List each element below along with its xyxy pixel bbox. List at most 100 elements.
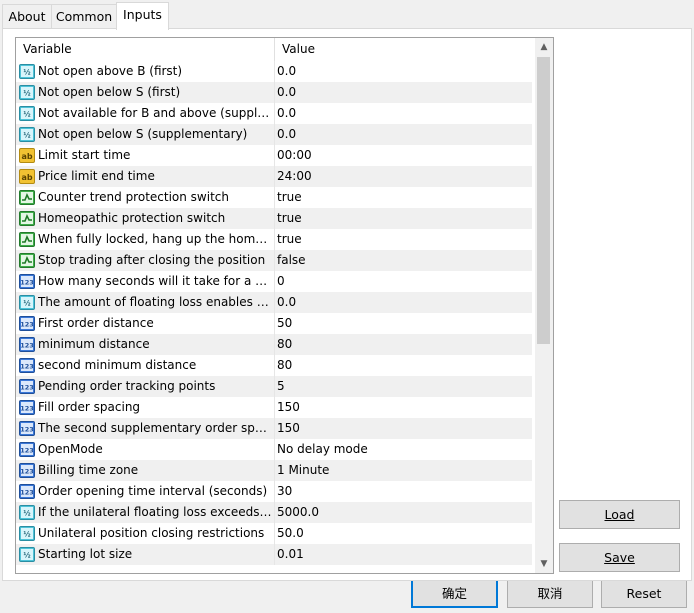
column-divider [274,376,275,397]
table-row[interactable]: 123 second minimum distance 80 [16,355,532,376]
variable-value[interactable]: 24:00 [277,166,527,187]
enum-type-icon: 123 [19,442,35,457]
table-row[interactable]: ab Limit start time 00:00 [16,145,532,166]
svg-text:½: ½ [23,510,30,518]
variable-value[interactable]: 0 [277,271,527,292]
table-row[interactable]: When fully locked, hang up the homeopath… [16,229,532,250]
variable-name: Price limit end time [38,169,155,183]
variable-value[interactable]: 00:00 [277,145,527,166]
variable-name: Order opening time interval (seconds) [38,484,268,498]
variable-value[interactable]: 1 Minute [277,460,527,481]
scrollbar-thumb[interactable] [537,57,550,344]
svg-text:123: 123 [20,426,34,434]
variable-value[interactable]: 5000.0 [277,502,527,523]
table-row[interactable]: ½ Not open above B (first) 0.0 [16,61,532,82]
bool-type-icon [19,211,35,226]
variable-value[interactable]: true [277,208,527,229]
svg-text:ab: ab [21,173,32,182]
column-divider [274,208,275,229]
variable-value[interactable]: true [277,229,527,250]
variable-value[interactable]: 30 [277,481,527,502]
column-divider [274,460,275,481]
variable-name: minimum distance [38,337,150,351]
column-divider [274,124,275,145]
column-divider [274,334,275,355]
table-row[interactable]: 123 Billing time zone 1 Minute [16,460,532,481]
column-header-value[interactable]: Value [275,38,532,61]
table-row[interactable]: 123 Order opening time interval (seconds)… [16,481,532,502]
table-row[interactable]: ½ Not available for B and above (suppleme… [16,103,532,124]
variable-name: second minimum distance [38,358,197,372]
bool-type-icon [19,232,35,247]
cancel-button[interactable]: 取消 [507,579,593,608]
variable-name: Not open below S (supplementary) [38,127,248,141]
table-row[interactable]: ½ Unilateral position closing restriction… [16,523,532,544]
int-type-icon: 123 [19,400,35,415]
variable-value[interactable]: 0.0 [277,292,527,313]
tab-common[interactable]: Common [51,4,117,28]
ok-button[interactable]: 确定 [411,579,498,608]
save-button[interactable]: Save [559,543,680,572]
table-row[interactable]: 123 minimum distance 80 [16,334,532,355]
svg-text:½: ½ [23,531,30,539]
table-row[interactable]: Counter trend protection switch true [16,187,532,208]
int-type-icon: 123 [19,337,35,352]
variable-name: Starting lot size [38,547,133,561]
variable-value[interactable]: 50.0 [277,523,527,544]
table-row[interactable]: ½ Not open below S (first) 0.0 [16,82,532,103]
variable-value[interactable]: 0.0 [277,82,527,103]
load-button[interactable]: Load [559,500,680,529]
table-row[interactable]: ½ The amount of floating loss enables the… [16,292,532,313]
variable-value[interactable]: 5 [277,376,527,397]
double-type-icon: ½ [19,505,35,520]
column-divider [274,271,275,292]
enum-type-icon: 123 [19,463,35,478]
double-type-icon: ½ [19,295,35,310]
save-button-label: Save [604,550,635,565]
variable-value[interactable]: true [277,187,527,208]
variable-value[interactable]: 0.0 [277,124,527,145]
variable-value[interactable]: 80 [277,355,527,376]
variable-value[interactable]: 50 [277,313,527,334]
variable-value[interactable]: 80 [277,334,527,355]
reset-button[interactable]: Reset [601,579,687,608]
variable-value[interactable]: 150 [277,397,527,418]
table-row[interactable]: 123 Fill order spacing 150 [16,397,532,418]
table-row[interactable]: ab Price limit end time 24:00 [16,166,532,187]
svg-text:123: 123 [20,405,34,413]
table-row[interactable]: Stop trading after closing the position f… [16,250,532,271]
table-row[interactable]: ½ Not open below S (supplementary) 0.0 [16,124,532,145]
table-row[interactable]: 123 The second supplementary order spacin… [16,418,532,439]
table-row[interactable]: ½ Starting lot size 0.01 [16,544,532,565]
table-row[interactable]: 123 Pending order tracking points 5 [16,376,532,397]
table-row[interactable]: 123 First order distance 50 [16,313,532,334]
scroll-up-arrow-icon[interactable]: ▲ [535,38,553,56]
double-type-icon: ½ [19,64,35,79]
svg-text:½: ½ [23,300,30,308]
column-divider [274,397,275,418]
variable-value[interactable]: 0.01 [277,544,527,565]
int-type-icon: 123 [19,316,35,331]
tab-about[interactable]: About [2,4,52,28]
int-type-icon: 123 [19,379,35,394]
tab-inputs[interactable]: Inputs [116,2,169,30]
column-divider [274,103,275,124]
column-divider [274,292,275,313]
column-header-variable[interactable]: Variable [16,38,275,61]
variable-value[interactable]: No delay mode [277,439,527,460]
table-row[interactable]: 123 How many seconds will it take for a n… [16,271,532,292]
column-divider [274,250,275,271]
column-divider [274,82,275,103]
variable-value[interactable]: 150 [277,418,527,439]
table-row[interactable]: Homeopathic protection switch true [16,208,532,229]
int-type-icon: 123 [19,484,35,499]
column-divider [274,418,275,439]
variable-value[interactable]: false [277,250,527,271]
table-row[interactable]: 123 OpenMode No delay mode [16,439,532,460]
table-row[interactable]: ½ If the unilateral floating loss exceeds… [16,502,532,523]
scroll-down-arrow-icon[interactable]: ▼ [535,555,553,573]
variable-value[interactable]: 0.0 [277,61,527,82]
variable-value[interactable]: 0.0 [277,103,527,124]
column-divider [274,439,275,460]
vertical-scrollbar[interactable]: ▲ ▼ [535,38,553,573]
